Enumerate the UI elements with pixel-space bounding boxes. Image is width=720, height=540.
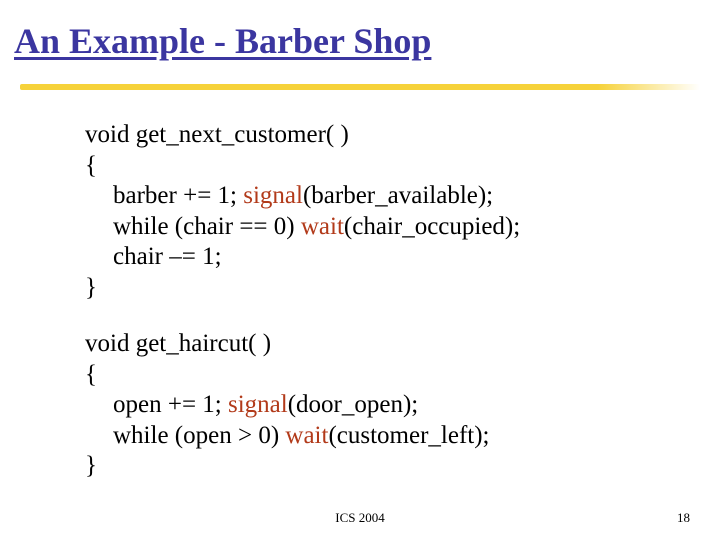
wait-keyword: wait [285, 422, 328, 449]
slide-title: An Example - Barber Shop [14, 20, 431, 62]
fn1-line2: while (chair == 0) wait(chair_occupied); [85, 212, 645, 243]
open-brace: { [85, 360, 645, 391]
page-number: 18 [677, 510, 690, 526]
fn1-line3: chair –= 1; [85, 242, 645, 273]
fn2-line2: while (open > 0) wait(customer_left); [85, 421, 645, 452]
text: open += 1; [113, 391, 228, 418]
text: while (open > 0) [113, 422, 285, 449]
fn1-line1: barber += 1; signal(barber_available); [85, 181, 645, 212]
text: (barber_available); [303, 182, 493, 209]
title-wrap: An Example - Barber Shop [14, 20, 431, 62]
text: while (chair == 0) [113, 213, 301, 240]
fn1-signature: void get_next_customer( ) [85, 120, 645, 151]
close-brace: } [85, 273, 645, 304]
footer-center-text: ICS 2004 [335, 510, 384, 526]
accent-bar [20, 84, 700, 90]
slide: An Example - Barber Shop void get_next_c… [0, 0, 720, 540]
signal-keyword: signal [228, 391, 288, 418]
signal-keyword: signal [243, 182, 303, 209]
text: (chair_occupied); [344, 213, 520, 240]
text: (customer_left); [328, 422, 489, 449]
fn2-line1: open += 1; signal(door_open); [85, 390, 645, 421]
text: barber += 1; [113, 182, 243, 209]
close-brace: } [85, 451, 645, 482]
spacer [85, 303, 645, 329]
fn2-signature: void get_haircut( ) [85, 329, 645, 360]
open-brace: { [85, 151, 645, 182]
text: (door_open); [288, 391, 419, 418]
code-block: void get_next_customer( ) { barber += 1;… [85, 120, 645, 482]
wait-keyword: wait [301, 213, 344, 240]
